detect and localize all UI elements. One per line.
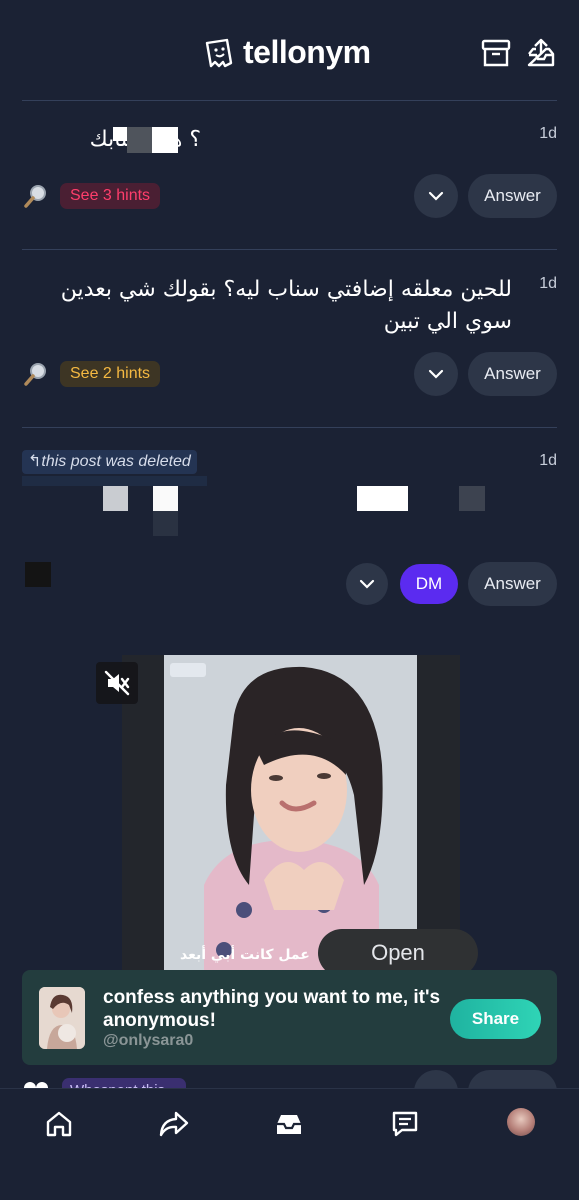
answer-button[interactable]: Answer	[468, 352, 557, 396]
question-text: للحين معلقه إضافتي سناب ليه؟ بقولك شي بع…	[60, 277, 512, 334]
mute-icon[interactable]	[96, 662, 138, 704]
redacted-block	[153, 486, 178, 511]
redacted-block	[127, 127, 152, 153]
video-caption: عمل كانت أبي أبعد	[180, 947, 310, 963]
timestamp: 1d	[539, 452, 557, 469]
peek-pill: Whospent this	[62, 1068, 186, 1088]
redacted-block	[22, 476, 207, 486]
peek-pill-label: Whospent this	[62, 1078, 186, 1088]
home-icon[interactable]	[42, 1107, 76, 1141]
share-button[interactable]: Share	[450, 999, 541, 1039]
inbox-icon[interactable]	[272, 1107, 306, 1141]
share-icon[interactable]	[157, 1107, 191, 1141]
see-hints-button[interactable]: See 3 hints	[60, 183, 161, 209]
logo-icon	[205, 38, 233, 67]
tellonym-logo[interactable]: tellonym	[203, 34, 371, 71]
banner-username[interactable]: @onlysara0	[103, 1032, 193, 1050]
share-banner: confess anything you want to me, it's an…	[22, 970, 557, 1065]
peek-answer-button	[468, 1068, 557, 1088]
banner-title: confess anything you want to me, it's an…	[103, 987, 441, 1031]
archive-icon[interactable]	[479, 36, 513, 70]
peek-icon	[22, 1068, 52, 1088]
chevron-down-icon	[359, 579, 375, 589]
answer-button[interactable]: Answer	[468, 174, 557, 218]
redacted-block	[459, 486, 485, 511]
divider	[22, 249, 557, 250]
expand-button[interactable]	[414, 352, 458, 396]
banner-avatar	[39, 987, 85, 1049]
answer-button[interactable]: Answer	[468, 562, 557, 606]
video-player[interactable]: عمل كانت أبي أبعد	[122, 655, 460, 970]
brand-name: tellonym	[243, 34, 371, 70]
see-hints-button[interactable]: See 2 hints	[60, 361, 161, 387]
expand-button[interactable]	[346, 563, 388, 605]
divider	[22, 100, 557, 101]
peek-expand-button	[414, 1068, 458, 1088]
dm-button[interactable]: DM	[400, 564, 458, 604]
magnifier-icon	[22, 182, 50, 210]
timestamp: 1d	[539, 275, 557, 292]
redacted-block	[113, 127, 127, 141]
profile-avatar[interactable]	[507, 1108, 535, 1136]
chat-icon[interactable]	[388, 1107, 422, 1141]
deleted-post-tag: ↰this post was deleted	[22, 450, 197, 474]
timestamp: 1d	[539, 125, 557, 142]
magnifier-icon	[22, 360, 50, 388]
divider	[22, 427, 557, 428]
redacted-block	[357, 486, 408, 511]
inbox-share-icon[interactable]	[524, 36, 558, 70]
redacted-block	[103, 486, 128, 511]
redacted-block	[152, 127, 178, 153]
app-header: tellonym	[0, 0, 579, 100]
redacted-block	[25, 562, 51, 587]
redacted-block	[153, 511, 178, 536]
chevron-down-icon	[428, 191, 444, 201]
expand-button[interactable]	[414, 174, 458, 218]
bottom-tab-bar	[0, 1088, 579, 1200]
video-frame: عمل كانت أبي أبعد	[164, 655, 417, 970]
chevron-down-icon	[428, 369, 444, 379]
